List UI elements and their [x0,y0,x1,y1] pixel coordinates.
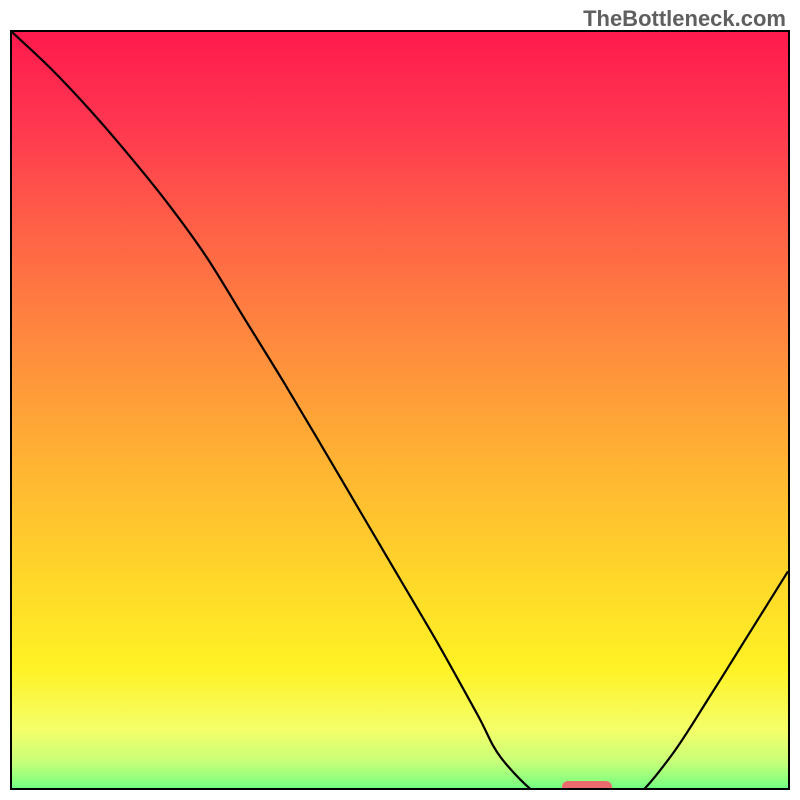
chart-frame [10,30,790,790]
watermark-text: TheBottleneck.com [583,6,786,32]
bottleneck-curve [12,32,788,790]
optimum-marker [562,781,612,790]
